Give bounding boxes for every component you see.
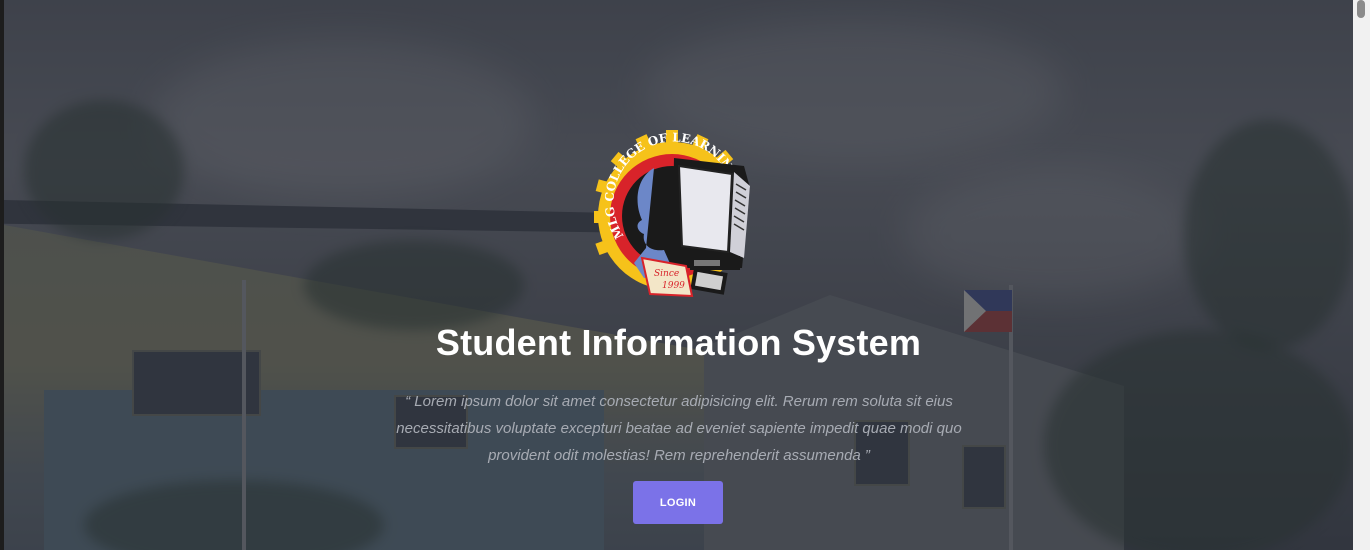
- hero-section: MLG COLLEGE OF LEARNING: [4, 0, 1353, 550]
- page-title: Student Information System: [435, 322, 922, 363]
- login-button[interactable]: LOGIN: [633, 481, 723, 524]
- logo-since-text: Since: [654, 269, 679, 279]
- hero-content: MLG COLLEGE OF LEARNING: [4, 0, 1353, 550]
- scrollbar-thumb[interactable]: [1357, 0, 1365, 18]
- hero-quote: “ Lorem ipsum dolor sit amet consectetur…: [396, 393, 962, 464]
- logo-year-text: 1999: [662, 281, 685, 291]
- vertical-scrollbar[interactable]: [1353, 0, 1370, 550]
- college-logo: MLG COLLEGE OF LEARNING: [594, 128, 750, 298]
